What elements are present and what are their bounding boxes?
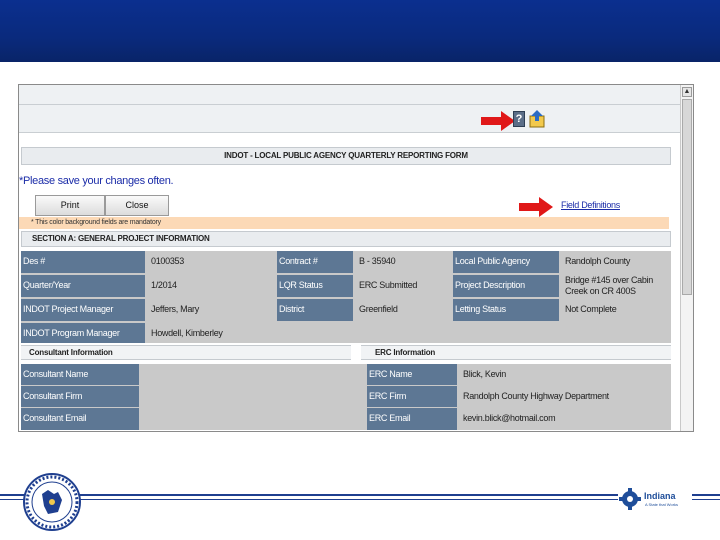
letting-status-label: Letting Status	[453, 299, 559, 321]
consultant-info-header: Consultant Information	[21, 345, 351, 360]
toolbar-row-icons	[19, 105, 681, 133]
letting-status-value: Not Complete	[565, 304, 617, 314]
red-arrow-icon	[481, 111, 515, 131]
empty-cell	[277, 323, 671, 343]
lpa-value: Randolph County	[565, 256, 631, 266]
project-description-value: Bridge #145 over Cabin Creek on CR 400S	[561, 275, 671, 297]
des-value: 0100353	[151, 256, 184, 266]
district-value: Greenfield	[359, 304, 398, 314]
project-description-line1: Bridge #145 over Cabin	[565, 275, 653, 285]
toolbar-row-top	[19, 85, 681, 105]
top-banner	[0, 0, 720, 62]
contract-value: B - 35940	[359, 256, 396, 266]
footer-divider-thin	[0, 499, 720, 500]
general-info-grid: Des # 0100353 Contract # B - 35940 Local…	[21, 251, 671, 343]
des-label: Des #	[21, 251, 145, 273]
project-manager-value: Jeffers, Mary	[151, 304, 199, 314]
erc-email-label: ERC Email	[367, 408, 457, 430]
print-button[interactable]: Print	[35, 195, 105, 216]
consultant-name-value	[141, 364, 365, 385]
scroll-up-icon[interactable]: ▲	[682, 87, 692, 97]
lqr-status-value: ERC Submitted	[359, 280, 418, 290]
erc-name-value: Blick, Kevin	[463, 369, 506, 379]
indiana-wordmark: Indiana	[644, 491, 676, 501]
scroll-thumb[interactable]	[682, 99, 692, 295]
consultant-email-label: Consultant Email	[21, 408, 139, 430]
erc-name-label: ERC Name	[367, 364, 457, 385]
section-a-header: SECTION A: GENERAL PROJECT INFORMATION	[21, 231, 671, 247]
erc-info-header: ERC Information	[361, 345, 671, 360]
field-definitions-link[interactable]: Field Definitions	[561, 200, 620, 210]
program-manager-value: Howdell, Kimberley	[151, 328, 223, 338]
consultant-erc-grid: Consultant Name ERC Name Blick, Kevin Co…	[21, 364, 671, 430]
lqr-status-label: LQR Status	[277, 275, 353, 297]
project-manager-label: INDOT Project Manager	[21, 299, 145, 321]
indiana-tagline: A State that Works	[645, 502, 679, 507]
project-description-label: Project Description	[453, 275, 559, 297]
red-arrow-icon	[519, 197, 553, 217]
consultant-firm-value	[141, 386, 365, 407]
erc-email-value: kevin.blick@hotmail.com	[463, 413, 556, 423]
project-description-line2: Creek on CR 400S	[565, 286, 636, 296]
consultant-email-value	[141, 408, 365, 430]
vertical-scrollbar[interactable]: ▲	[680, 85, 693, 431]
footer-divider	[0, 494, 720, 496]
slide: ? INDOT - LOCAL PUBLIC AGENCY QUARTERLY …	[0, 0, 720, 540]
screenshot-window: ? INDOT - LOCAL PUBLIC AGENCY QUARTERLY …	[18, 84, 694, 432]
save-note: *Please save your changes often.	[19, 175, 174, 187]
contract-label: Contract #	[277, 251, 353, 273]
erc-firm-value: Randolph County Highway Department	[463, 391, 609, 401]
export-icon[interactable]	[529, 110, 545, 128]
consultant-name-label: Consultant Name	[21, 364, 139, 385]
program-manager-label: INDOT Program Manager	[21, 323, 145, 343]
quarter-label: Quarter/Year	[21, 275, 145, 297]
erc-firm-label: ERC Firm	[367, 386, 457, 407]
mandatory-note: * This color background fields are manda…	[19, 217, 669, 229]
help-icon[interactable]: ?	[513, 111, 525, 127]
form-title: INDOT - LOCAL PUBLIC AGENCY QUARTERLY RE…	[21, 147, 671, 165]
consultant-firm-label: Consultant Firm	[21, 386, 139, 407]
quarter-value: 1/2014	[151, 280, 177, 290]
lpa-label: Local Public Agency	[453, 251, 559, 273]
state-seal-logo	[23, 473, 81, 531]
close-button[interactable]: Close	[105, 195, 169, 216]
district-label: District	[277, 299, 353, 321]
